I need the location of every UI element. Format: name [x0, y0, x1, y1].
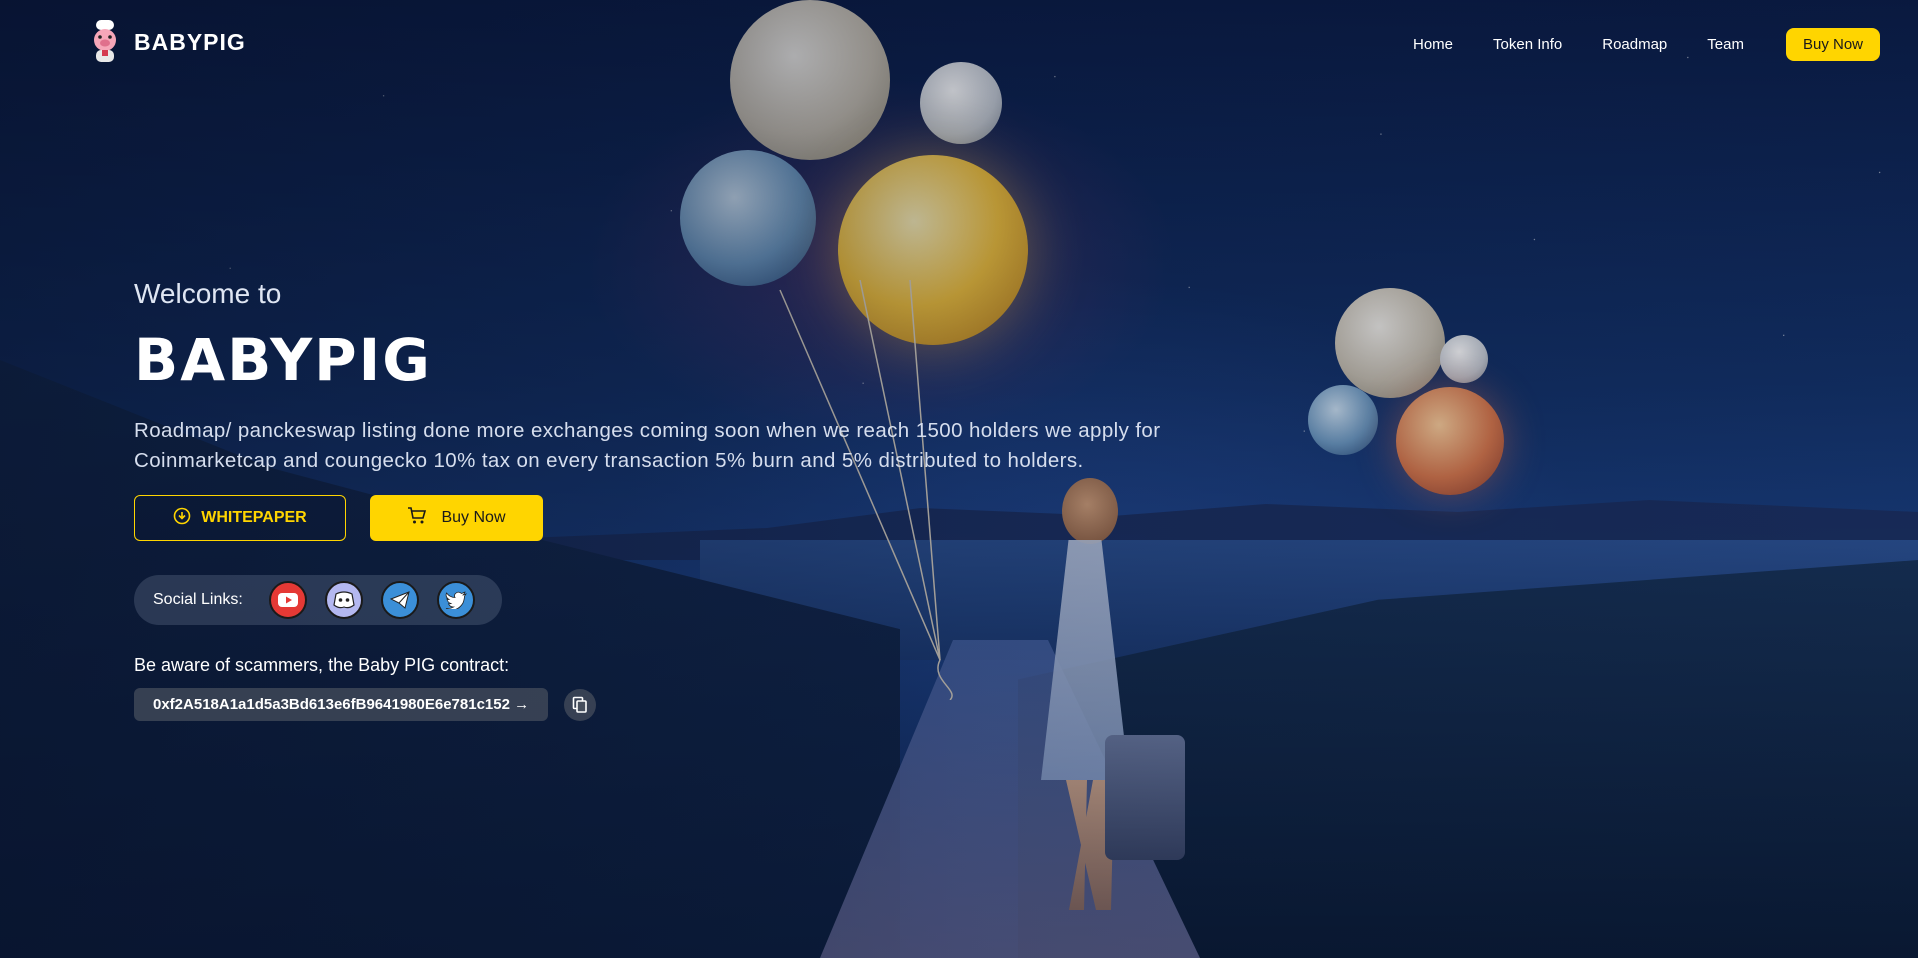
main-nav: Home Token Info Roadmap Team Buy Now	[1373, 28, 1880, 61]
buy-now-label: Buy Now	[441, 509, 506, 526]
nav-roadmap[interactable]: Roadmap	[1602, 36, 1667, 53]
scam-warning: Be aware of scammers, the Baby PIG contr…	[134, 655, 510, 675]
hero-buttons: WHITEPAPER Buy Now	[134, 495, 1174, 541]
contract-address-link[interactable]: 0xf2A518A1a1d5a3Bd613e6fB9641980E6e781c1…	[134, 688, 549, 721]
social-links-bar: Social Links:	[134, 575, 502, 625]
site-header: BABYPIG Home Token Info Roadmap Team Buy…	[0, 0, 1918, 86]
pig-chef-icon	[88, 20, 122, 64]
youtube-icon[interactable]	[268, 581, 307, 619]
twitter-icon[interactable]	[436, 581, 475, 619]
nav-token-info[interactable]: Token Info	[1493, 36, 1562, 53]
header-buy-now-button[interactable]: Buy Now	[1785, 28, 1880, 61]
whitepaper-label: WHITEPAPER	[201, 509, 307, 526]
welcome-text: Welcome to	[134, 278, 282, 309]
social-links-label: Social Links:	[153, 591, 243, 608]
whitepaper-button[interactable]: WHITEPAPER	[134, 495, 346, 541]
hero-description: Roadmap/ panckeswap listing done more ex…	[134, 419, 1161, 472]
brand-name: BABYPIG	[134, 28, 246, 55]
telegram-icon[interactable]	[380, 581, 419, 619]
nav-team[interactable]: Team	[1707, 36, 1744, 53]
cart-icon	[407, 506, 427, 530]
brand-logo[interactable]: BABYPIG	[88, 20, 246, 64]
copy-icon[interactable]	[564, 688, 597, 721]
download-circle-icon	[173, 507, 191, 530]
contract-row: 0xf2A518A1a1d5a3Bd613e6fB9641980E6e781c1…	[134, 688, 1174, 721]
nav-home[interactable]: Home	[1413, 36, 1453, 53]
hero-section: Welcome to BABYPIG Roadmap/ panckeswap l…	[134, 278, 1174, 721]
hero-title: BABYPIG	[134, 326, 432, 394]
discord-icon[interactable]	[324, 581, 363, 619]
hero-buy-now-button[interactable]: Buy Now	[370, 495, 543, 541]
